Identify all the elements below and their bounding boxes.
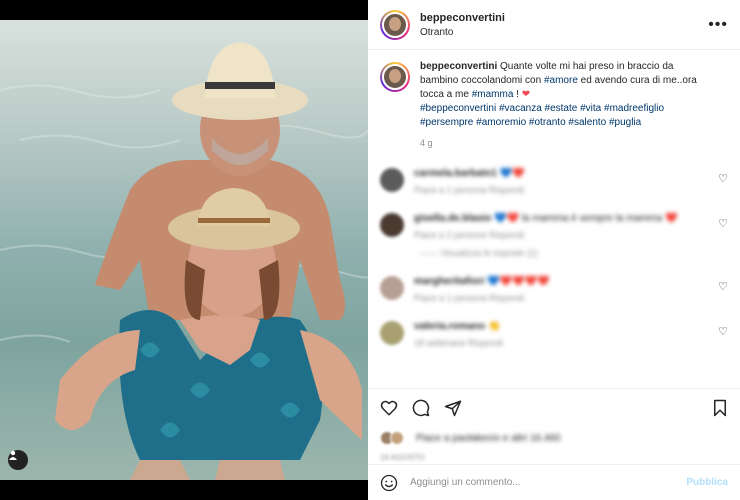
publish-button[interactable]: Pubblica <box>686 477 728 488</box>
comments-section: beppeconvertini Quante volte mi hai pres… <box>368 50 740 376</box>
comment-avatar[interactable] <box>380 168 404 192</box>
comment-meta[interactable]: Piace a 1 persona Rispondi <box>414 185 704 195</box>
post-actions: Piace a paolakecio e altri 16.460 16 AGO… <box>368 388 740 462</box>
post-date: 16 AGOSTO <box>380 453 425 462</box>
tagged-user-icon[interactable] <box>8 450 28 470</box>
post-panel: beppeconvertini Otranto ••• beppeconvert… <box>368 0 740 500</box>
share-send-icon[interactable] <box>444 399 462 417</box>
emoji-smiley-icon[interactable] <box>380 474 398 492</box>
post-caption: beppeconvertini Quante volte mi hai pres… <box>380 60 728 150</box>
comment-body: valeria.romano 👏 18 settimane Rispondi <box>414 321 704 348</box>
comment-like-heart-icon[interactable]: ♡ <box>718 280 728 293</box>
photo-illustration <box>0 42 368 480</box>
comment-bubble-icon[interactable] <box>412 399 430 417</box>
add-comment-bar: Pubblica <box>368 464 740 500</box>
comment-avatar[interactable] <box>380 213 404 237</box>
comment-item: gisella.de.blasio 💙❤️ la mamma è sempre … <box>380 213 728 240</box>
bookmark-save-icon[interactable] <box>712 399 728 417</box>
like-heart-icon[interactable] <box>380 399 398 417</box>
comment-item: carmela.barbato1 💙❤️ Piace a 1 persona R… <box>380 168 728 195</box>
heart-emoji: ❤ <box>521 89 531 100</box>
caption-username[interactable]: beppeconvertini <box>420 61 497 72</box>
comment-like-heart-icon[interactable]: ♡ <box>718 217 728 230</box>
comment-text: 👏 <box>487 321 501 332</box>
comment-username[interactable]: gisella.de.blasio <box>414 213 491 224</box>
comment-body: carmela.barbato1 💙❤️ Piace a 1 persona R… <box>414 168 704 195</box>
author-avatar[interactable] <box>380 9 410 40</box>
comment-item: margheritafiori 💙❤️❤️❤️❤️ Piace a 1 pers… <box>380 276 728 303</box>
header-text: beppeconvertini Otranto <box>420 12 505 38</box>
comment-input[interactable] <box>410 477 687 488</box>
likes-summary[interactable]: Piace a paolakecio e altri 16.460 <box>380 431 728 445</box>
post-photo[interactable] <box>0 20 368 480</box>
comment-username[interactable]: carmela.barbato1 <box>414 168 497 179</box>
caption-time[interactable]: 4 g <box>420 136 710 150</box>
comment-avatar[interactable] <box>380 321 404 345</box>
caption-avatar[interactable] <box>380 62 410 92</box>
comment-like-heart-icon[interactable]: ♡ <box>718 172 728 185</box>
comment-text: 💙❤️ <box>499 168 525 179</box>
comment-meta[interactable]: 18 settimane Rispondi <box>414 338 704 348</box>
comment-meta[interactable]: Piace a 1 persona Rispondi <box>414 293 704 303</box>
caption-text-3: ! <box>513 89 522 100</box>
comment-username[interactable]: margheritafiori <box>414 276 485 287</box>
likes-count-text[interactable]: Piace a paolakecio e altri 16.460 <box>416 433 561 444</box>
more-options-icon[interactable]: ••• <box>708 16 728 34</box>
comment-text: 💙❤️❤️❤️❤️ <box>487 276 550 287</box>
caption-hashtags[interactable]: #beppeconvertini #vacanza #estate #vita … <box>420 102 710 130</box>
comment-like-heart-icon[interactable]: ♡ <box>718 325 728 338</box>
view-replies-link[interactable]: —— Visualizza le risposte (1) <box>420 248 728 258</box>
author-username[interactable]: beppeconvertini <box>420 12 505 24</box>
post-header: beppeconvertini Otranto ••• <box>368 0 740 50</box>
comment-body: margheritafiori 💙❤️❤️❤️❤️ Piace a 1 pers… <box>414 276 704 303</box>
comment-body: gisella.de.blasio 💙❤️ la mamma è sempre … <box>414 213 704 240</box>
likers-avatars <box>380 431 410 445</box>
hashtag-mamma[interactable]: #mamma <box>472 89 514 100</box>
comment-avatar[interactable] <box>380 276 404 300</box>
comment-username[interactable]: valeria.romano <box>414 321 485 332</box>
comment-meta[interactable]: Piace a 2 persone Rispondi <box>414 230 704 240</box>
caption-body: beppeconvertini Quante volte mi hai pres… <box>420 60 710 150</box>
action-row <box>380 399 728 417</box>
person-icon <box>9 450 17 460</box>
post-location[interactable]: Otranto <box>420 27 505 38</box>
hashtag-amore[interactable]: #amore <box>544 75 578 86</box>
comment-item: valeria.romano 👏 18 settimane Rispondi ♡ <box>380 321 728 348</box>
comment-text: 💙❤️ la mamma è sempre la mamma ❤️ <box>494 213 678 224</box>
